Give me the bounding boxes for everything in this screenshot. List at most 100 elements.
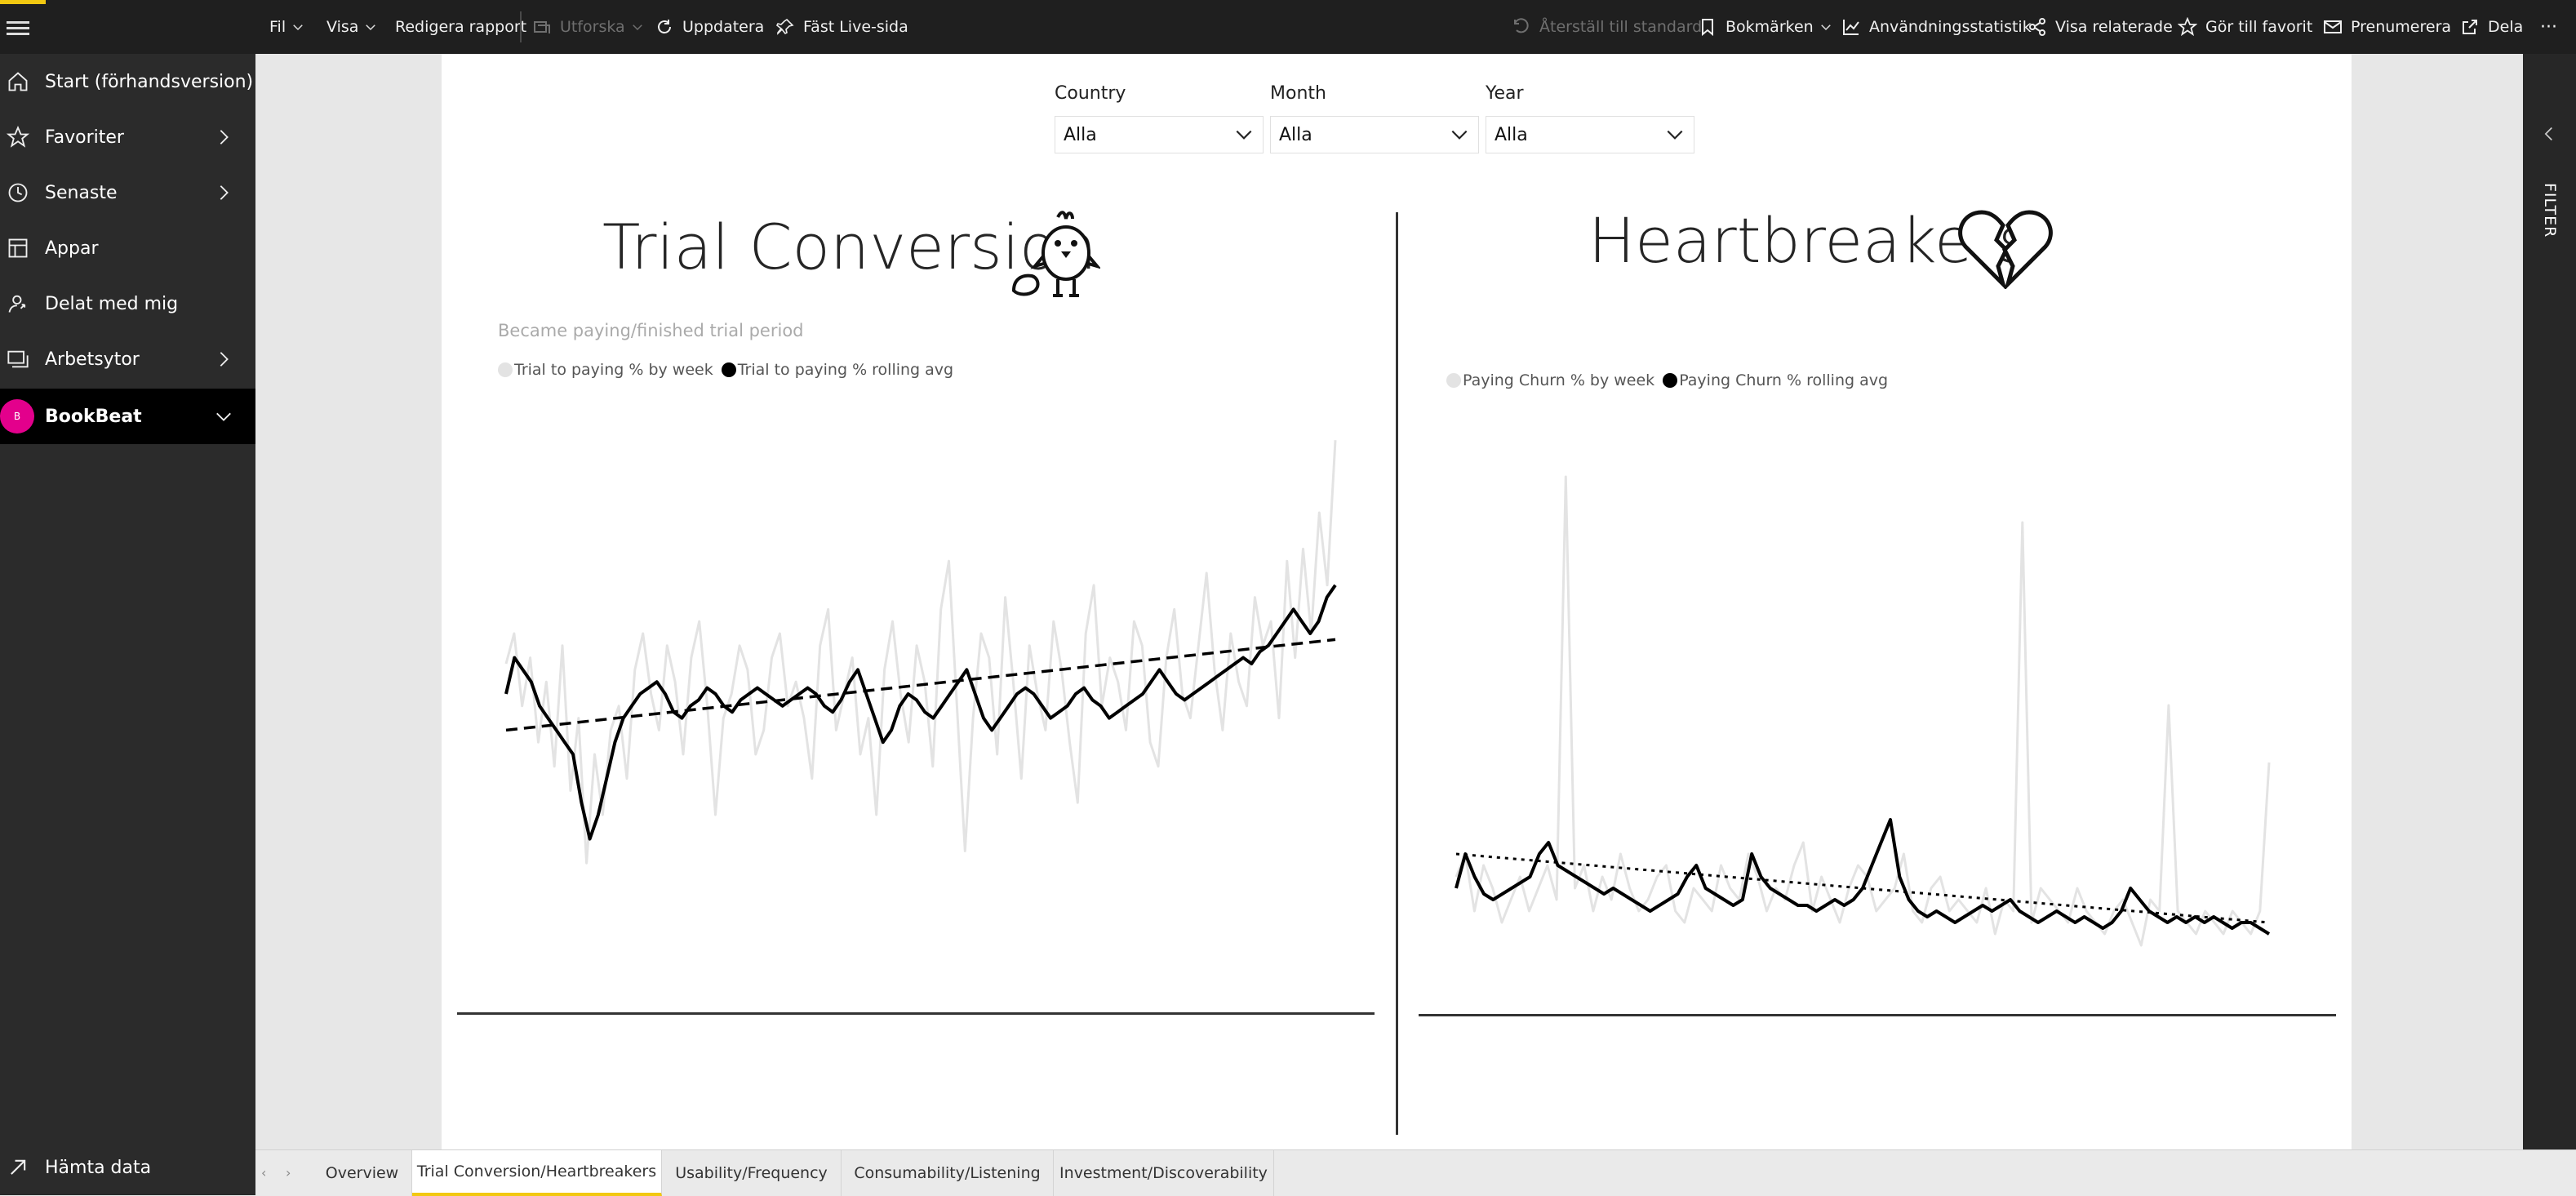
month-slicer: Month Alla — [1270, 83, 1479, 153]
chevron-right-icon[interactable] — [215, 128, 233, 146]
broken-heart-icon — [1958, 210, 2053, 289]
share-button[interactable]: Dela — [2460, 0, 2523, 54]
view-related-button[interactable]: Visa relaterade — [2027, 0, 2173, 54]
tab-consumability-listening[interactable]: Consumability/Listening — [842, 1150, 1054, 1196]
legend-dot-weekly — [1446, 373, 1461, 388]
view-menu-button[interactable]: Visa — [326, 0, 378, 54]
chart-divider-vertical — [1396, 212, 1398, 1135]
year-slicer: Year Alla — [1486, 83, 1694, 153]
make-favorite-button[interactable]: Gör till favorit — [2178, 0, 2312, 54]
bookmarks-button[interactable]: Bokmärken — [1698, 0, 1833, 54]
sidebar-item-recent[interactable]: Senaste — [0, 165, 255, 220]
sidebar-item-favorites[interactable]: Favoriter — [0, 109, 255, 165]
share-label: Dela — [2488, 18, 2524, 36]
sidebar-item-get-data[interactable]: Hämta data — [0, 1140, 255, 1195]
legend-label-rolling: Paying Churn % rolling avg — [1679, 371, 1889, 389]
legend-label-weekly: Paying Churn % by week — [1463, 371, 1655, 389]
slicer-title: Year — [1486, 83, 1524, 104]
top-command-bar: Fil Visa Redigera rapport Utforska Uppda… — [0, 0, 2576, 54]
chevron-right-icon[interactable] — [215, 350, 233, 368]
sidebar-item-label: BookBeat — [45, 406, 142, 427]
share-network-icon — [2029, 18, 2045, 36]
refresh-icon — [658, 20, 671, 33]
tab-label: Usability/Frequency — [675, 1164, 828, 1182]
legend-dot-rolling — [721, 362, 736, 377]
mail-icon — [2324, 20, 2342, 33]
chevron-down-icon — [1820, 24, 1831, 31]
share-icon — [2463, 20, 2477, 34]
chevron-down-icon — [293, 24, 303, 31]
pin-live-page-button[interactable]: Fäst Live-sida — [775, 0, 908, 54]
apps-icon — [8, 238, 28, 258]
file-menu-label: Fil — [269, 18, 286, 36]
sidebar-item-label: Arbetsytor — [45, 349, 140, 370]
tab-scroll-right-icon[interactable]: › — [286, 1165, 291, 1180]
refresh-label: Uppdatera — [682, 18, 765, 36]
legend-label-weekly: Trial to paying % by week — [514, 361, 713, 379]
reset-to-default-button[interactable]: Återställ till standard — [1512, 0, 1702, 54]
toolbar-separator — [520, 11, 522, 42]
trial-conversion-subtitle: Became paying/finished trial period — [498, 321, 804, 340]
file-menu-button[interactable]: Fil — [269, 0, 305, 54]
trial-conversion-legend: Trial to paying % by week Trial to payin… — [498, 361, 953, 379]
undo-icon — [1514, 18, 1529, 33]
shared-person-icon — [8, 295, 26, 313]
slicer-value: Alla — [1279, 124, 1312, 145]
trial-conversion-line-chart — [504, 440, 1337, 865]
sidebar-item-label: Favoriter — [45, 127, 124, 148]
get-data-label: Hämta data — [45, 1157, 152, 1178]
sidebar-item-home[interactable]: Start (förhandsversion) — [0, 54, 255, 109]
usage-metrics-label: Användningsstatistik — [1869, 18, 2032, 36]
more-options-icon: ··· — [2540, 16, 2557, 38]
weekly-series-line — [1455, 475, 2271, 947]
tab-overview[interactable]: Overview — [313, 1150, 412, 1196]
chevron-right-icon[interactable] — [215, 184, 233, 202]
edit-report-button[interactable]: Redigera rapport — [395, 0, 526, 54]
slicer-value: Alla — [1064, 124, 1097, 145]
chevron-down-icon — [366, 24, 376, 31]
tab-investment-discoverability[interactable]: Investment/Discoverability — [1054, 1150, 1274, 1196]
reset-to-default-label: Återställ till standard — [1539, 18, 1703, 36]
slicer-value: Alla — [1495, 124, 1528, 145]
tab-label: Trial Conversion/Heartbreakers — [416, 1163, 657, 1180]
month-dropdown[interactable]: Alla — [1270, 116, 1479, 153]
sidebar-item-label: Delat med mig — [45, 293, 179, 314]
explore-icon — [534, 21, 550, 33]
explore-label: Utforska — [560, 18, 625, 36]
weekly-series-line — [504, 440, 1337, 865]
usage-metrics-button[interactable]: Användningsstatistik — [1841, 0, 2032, 54]
filter-pane[interactable]: FILTER — [2523, 54, 2576, 1195]
chevron-down-icon — [1236, 130, 1252, 140]
hamburger-menu-icon[interactable] — [7, 18, 29, 36]
chevron-down-icon[interactable] — [215, 407, 233, 425]
country-dropdown[interactable]: Alla — [1055, 116, 1264, 153]
year-dropdown[interactable]: Alla — [1486, 116, 1694, 153]
sidebar-item-apps[interactable]: Appar — [0, 220, 255, 276]
tab-usability-frequency[interactable]: Usability/Frequency — [662, 1150, 842, 1196]
brand-accent-bar — [0, 0, 46, 4]
legend-dot-rolling — [1663, 373, 1678, 388]
tab-label: Consumability/Listening — [854, 1164, 1041, 1182]
sidebar-item-shared-with-me[interactable]: Delat med mig — [0, 276, 255, 331]
home-icon — [8, 72, 28, 91]
view-menu-label: Visa — [326, 18, 359, 36]
refresh-button[interactable]: Uppdatera — [655, 0, 764, 54]
more-options-button[interactable]: ··· — [2540, 0, 2557, 54]
star-icon — [2178, 17, 2197, 37]
star-icon — [7, 126, 29, 148]
slicer-title: Month — [1270, 83, 1326, 104]
left-chart-baseline — [457, 1012, 1375, 1015]
tab-scroll-left-icon[interactable]: ‹ — [261, 1165, 266, 1180]
pin-live-page-label: Fäst Live-sida — [803, 18, 908, 36]
sidebar-item-workspaces[interactable]: Arbetsytor — [0, 331, 255, 387]
chevron-left-icon[interactable] — [2541, 126, 2557, 142]
subscribe-button[interactable]: Prenumerera — [2323, 0, 2451, 54]
tab-trial-conversion-heartbreakers[interactable]: Trial Conversion/Heartbreakers — [412, 1150, 662, 1196]
edit-report-label: Redigera rapport — [395, 18, 527, 36]
explore-button[interactable]: Utforska — [532, 0, 645, 54]
heartbreakers-legend: Paying Churn % by week Paying Churn % ro… — [1446, 371, 1888, 389]
sidebar-item-bookbeat[interactable]: B BookBeat — [0, 389, 255, 444]
bookmark-icon — [1702, 19, 1713, 37]
workspaces-icon — [7, 350, 29, 368]
subscribe-label: Prenumerera — [2351, 18, 2452, 36]
